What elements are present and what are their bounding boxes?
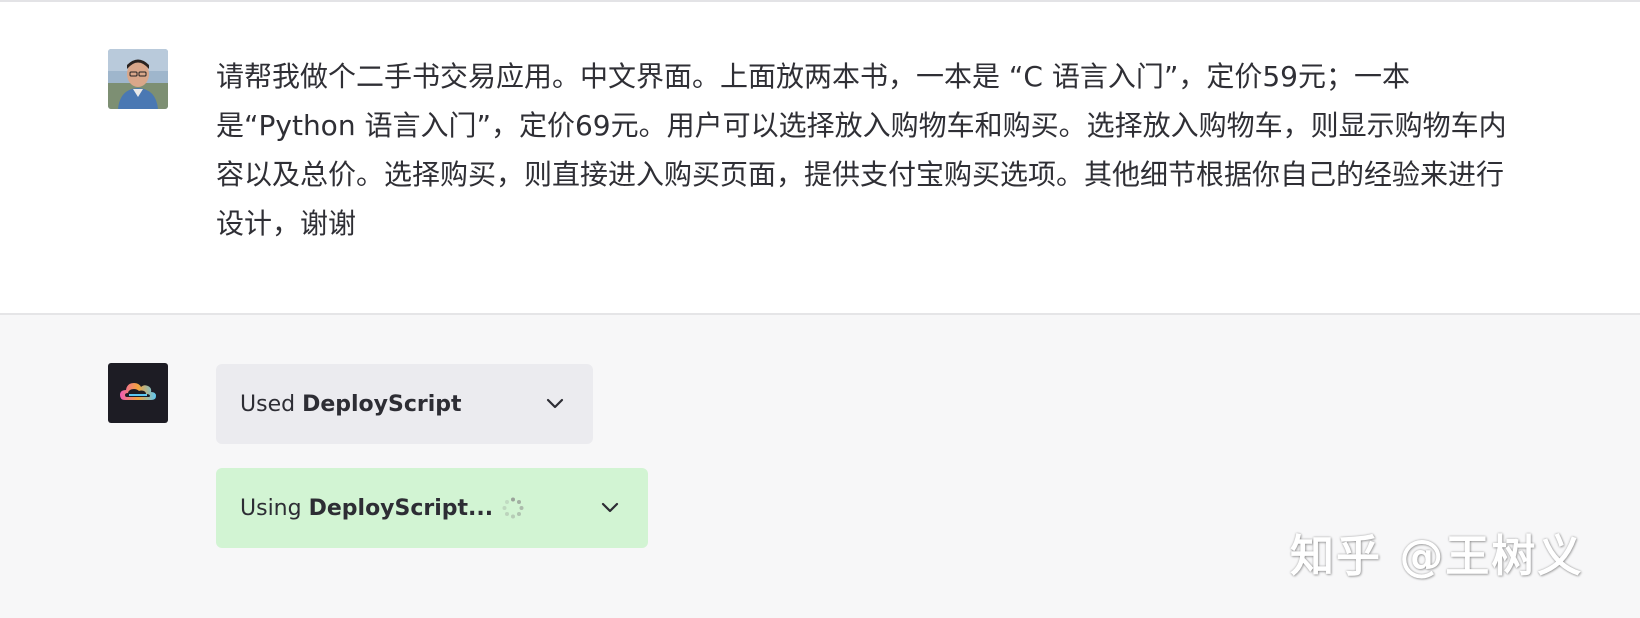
used-prefix: Used bbox=[240, 391, 296, 417]
used-tool-button[interactable]: Used DeployScript bbox=[216, 364, 593, 444]
used-tool-name: DeployScript bbox=[302, 391, 462, 417]
chevron-down-icon[interactable] bbox=[543, 391, 567, 415]
zhihu-watermark: 知乎 @王树义 bbox=[1290, 531, 1584, 582]
user-message-row: 请帮我做个二手书交易应用。中文界面。上面放两本书，一本是 “C 语言入门”，定价… bbox=[0, 2, 1640, 315]
using-tool-button[interactable]: Using DeployScript... bbox=[216, 468, 648, 548]
user-avatar bbox=[108, 49, 168, 109]
chevron-down-icon[interactable] bbox=[598, 495, 622, 519]
using-prefix: Using bbox=[240, 495, 302, 521]
user-message-text: 请帮我做个二手书交易应用。中文界面。上面放两本书，一本是 “C 语言入门”，定价… bbox=[216, 60, 1507, 240]
using-tool-name: DeployScript... bbox=[308, 495, 494, 521]
loading-spinner-icon bbox=[502, 497, 524, 519]
deployscript-cloud-logo-icon bbox=[108, 363, 168, 423]
